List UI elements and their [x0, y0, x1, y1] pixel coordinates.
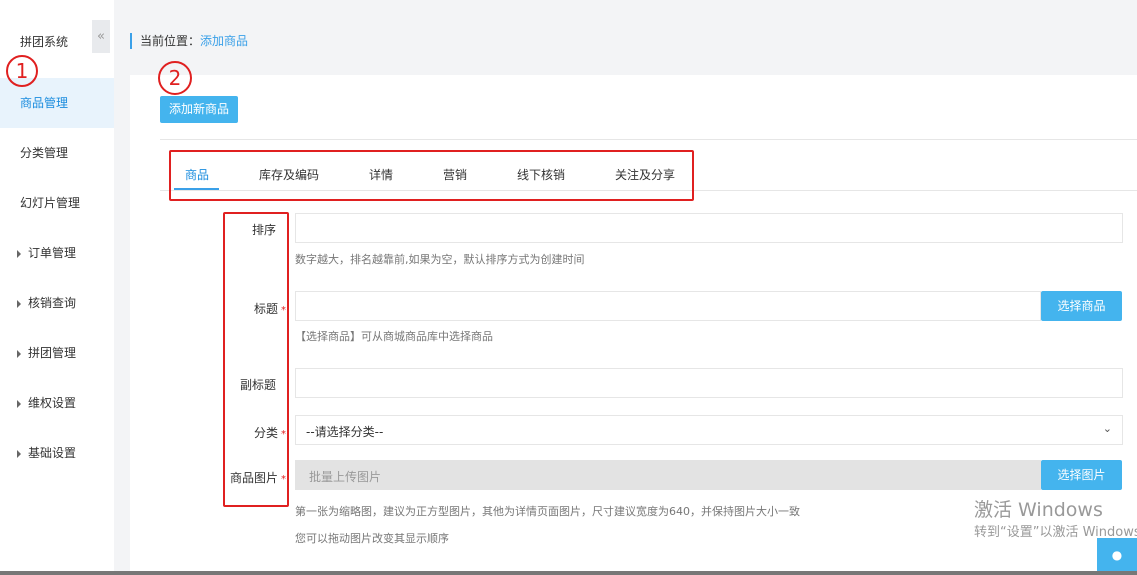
add-goods-button[interactable]: 添加新商品	[160, 96, 238, 123]
caret-right-icon	[17, 449, 21, 458]
annotation-box-labels	[223, 212, 289, 507]
sidebar-item-label: 订单管理	[28, 246, 77, 260]
subtitle-input[interactable]	[295, 368, 1123, 398]
chevron-down-icon: ⌄	[1102, 422, 1112, 435]
select-images-button[interactable]: 选择图片	[1041, 460, 1122, 490]
title-input[interactable]	[295, 291, 1041, 321]
app-title: 拼团系统	[20, 35, 69, 49]
sidebar-item-label: 分类管理	[20, 146, 69, 160]
sidebar-item-label: 拼团管理	[28, 346, 77, 360]
upload-placeholder: 批量上传图片	[309, 470, 382, 484]
sidebar-item-orders[interactable]: 订单管理	[0, 228, 114, 278]
caret-right-icon	[17, 349, 21, 358]
divider	[160, 139, 1137, 140]
sidebar-item-groupbuy[interactable]: 拼团管理	[0, 328, 114, 378]
breadcrumb: 当前位置：添加商品	[130, 33, 248, 49]
annotation-marker-2: 2	[158, 61, 192, 95]
category-select[interactable]: --请选择分类-- ⌄	[295, 415, 1123, 445]
collapse-sidebar-icon[interactable]: «	[92, 20, 110, 53]
images-label: 商品图片 *	[229, 471, 286, 485]
subtitle-label: 副标题	[239, 378, 276, 392]
caret-right-icon	[17, 399, 21, 408]
sidebar-item-basic[interactable]: 基础设置	[0, 428, 114, 478]
category-selected-value: --请选择分类--	[306, 425, 384, 439]
annotation-box-tabs	[169, 150, 694, 201]
sidebar-item-category[interactable]: 分类管理	[0, 128, 114, 178]
sidebar-item-label: 商品管理	[20, 96, 69, 110]
sidebar-item-label: 幻灯片管理	[20, 196, 81, 210]
sidebar-item-verify[interactable]: 核销查询	[0, 278, 114, 328]
windows-activation-watermark-title: 激活 Windows	[974, 499, 1103, 521]
required-mark: *	[281, 429, 286, 440]
sort-input[interactable]	[295, 213, 1123, 243]
caret-right-icon	[17, 249, 21, 258]
content-gutter	[114, 0, 130, 575]
title-label: 标题 *	[253, 302, 286, 316]
sort-hint: 数字越大，排名越靠前,如果为空，默认排序方式为创建时间	[295, 253, 585, 266]
sidebar-item-label: 基础设置	[28, 446, 77, 460]
sidebar-item-slides[interactable]: 幻灯片管理	[0, 178, 114, 228]
images-hint-2: 您可以拖动图片改变其显示顺序	[295, 532, 449, 545]
breadcrumb-current[interactable]: 添加商品	[200, 34, 248, 48]
sidebar-item-label: 维权设置	[28, 396, 77, 410]
breadcrumb-prefix: 当前位置：	[140, 34, 201, 48]
sidebar-item-rights[interactable]: 维权设置	[0, 378, 114, 428]
bottom-scrollbar[interactable]	[0, 571, 1137, 575]
select-goods-button[interactable]: 选择商品	[1041, 291, 1122, 321]
caret-right-icon	[17, 299, 21, 308]
sort-label: 排序	[251, 223, 276, 237]
chat-icon[interactable]: ●	[1097, 538, 1137, 572]
required-mark: *	[281, 305, 286, 316]
category-label: 分类 *	[253, 426, 286, 440]
annotation-marker-1: 1	[6, 55, 38, 87]
sidebar-item-label: 核销查询	[28, 296, 77, 310]
batch-upload-field[interactable]: 批量上传图片	[295, 460, 1041, 490]
required-mark: *	[281, 474, 286, 485]
title-hint: 【选择商品】可从商城商品库中选择商品	[295, 330, 493, 343]
images-hint-1: 第一张为缩略图，建议为正方型图片，其他为详情页面图片，尺寸建议宽度为640，并保…	[295, 505, 800, 518]
